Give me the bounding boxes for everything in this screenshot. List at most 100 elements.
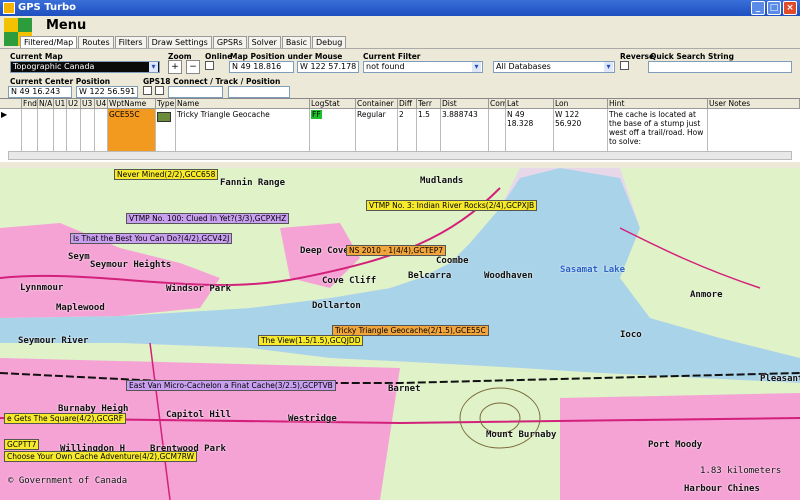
row-selector-header: [0, 99, 22, 109]
place-label: Fannin Range: [220, 178, 286, 188]
map-position-label: Map Position under Mouse: [230, 52, 343, 61]
center-lon: W 122 56.591: [76, 86, 138, 98]
gps18-label: GPS18 Connect / Track / Position: [143, 77, 281, 86]
quick-search-label: Quick Search String: [650, 52, 734, 61]
cache-marker[interactable]: The View(1.5/1.5),GCQJDD: [258, 335, 364, 346]
current-map-select[interactable]: Topographic Canada: [10, 61, 160, 73]
cell-u2[interactable]: [67, 109, 81, 151]
col-u4[interactable]: U4: [95, 99, 108, 109]
current-filter-select[interactable]: not found: [363, 61, 483, 73]
cache-marker[interactable]: VTMP No. 100: Clued In Yet?(3/3),GCPXHZ: [126, 213, 290, 224]
col-logstat[interactable]: LogStat: [310, 99, 356, 109]
cache-marker[interactable]: Is That the Best You Can Do?(4/2),GCV42J: [70, 233, 233, 244]
cell-user-notes[interactable]: [708, 109, 800, 151]
quick-search-input[interactable]: [648, 61, 792, 73]
cell-diff[interactable]: 2: [398, 109, 417, 151]
place-label: Harbour Chines: [684, 484, 760, 494]
cell-corr[interactable]: [489, 109, 506, 151]
place-label: Seym: [68, 252, 90, 262]
cell-fnd[interactable]: [22, 109, 38, 151]
reverse-checkbox[interactable]: [620, 61, 629, 70]
online-checkbox[interactable]: [205, 61, 214, 70]
col-lat[interactable]: Lat: [506, 99, 554, 109]
logstat-badge: FF: [311, 110, 322, 119]
place-label: Seymour Heights: [90, 260, 172, 270]
reverse-label: Reverse: [620, 52, 655, 61]
place-label: Pleasant: [760, 374, 800, 384]
col-hint[interactable]: Hint: [608, 99, 708, 109]
col-terr[interactable]: Terr: [417, 99, 441, 109]
cell-container[interactable]: Regular: [356, 109, 398, 151]
map-pos-lat: N 49 18.816: [229, 61, 294, 73]
cache-table: Fnd N/A U1 U2 U3 U4 WptName Type Name Lo…: [0, 98, 800, 162]
cache-marker[interactable]: East Van Micro-Cachelon a Finat Cache(3/…: [126, 380, 336, 391]
gps18-position-field: [168, 86, 223, 98]
place-label: Windsor Park: [166, 284, 232, 294]
place-label: Coombe: [436, 256, 469, 266]
place-label: Lynnmour: [20, 283, 64, 293]
place-label: Mount Burnaby: [486, 430, 557, 440]
center-position-label: Current Center Position: [10, 77, 111, 86]
cell-u1[interactable]: [54, 109, 67, 151]
gps18-track-checkbox[interactable]: [155, 86, 164, 95]
col-container[interactable]: Container: [356, 99, 398, 109]
cell-lon[interactable]: W 122 56.920: [554, 109, 608, 151]
cache-marker[interactable]: GCPTT7: [4, 439, 40, 450]
horizontal-scrollbar[interactable]: [8, 151, 792, 160]
map-view[interactable]: Mudlands Fannin Range Seymour Heights Wi…: [0, 168, 800, 500]
cache-marker[interactable]: NS 2010 - 1(4/4),GCTEP7: [346, 245, 447, 256]
map-pos-lon: W 122 57.178: [297, 61, 359, 73]
place-label: Westridge: [288, 414, 337, 424]
cell-lat[interactable]: N 49 18.328: [506, 109, 554, 151]
place-label: Belcarra: [408, 271, 452, 281]
gps18-connect-checkbox[interactable]: [143, 86, 152, 95]
cell-hint[interactable]: The cache is located at the base of a st…: [608, 109, 708, 151]
cell-wptname[interactable]: GCE55C: [108, 109, 156, 151]
col-type[interactable]: Type: [156, 99, 176, 109]
map-copyright: © Government of Canada: [8, 476, 128, 486]
col-corr[interactable]: Corr: [489, 99, 506, 109]
col-lon[interactable]: Lon: [554, 99, 608, 109]
col-u2[interactable]: U2: [67, 99, 81, 109]
cache-marker[interactable]: Choose Your Own Cache Adventure(4/2),GCM…: [4, 451, 198, 462]
controls-panel: Current Map Topographic Canada Zoom + − …: [0, 48, 800, 98]
place-label: Cove Cliff: [322, 276, 377, 286]
col-user-notes[interactable]: User Notes: [708, 99, 800, 109]
menu-title[interactable]: Menu: [46, 18, 86, 33]
row-pointer-icon: ▶: [0, 109, 22, 151]
col-diff[interactable]: Diff: [398, 99, 417, 109]
cell-logstat[interactable]: FF: [310, 109, 356, 151]
place-label: Barnet: [388, 384, 421, 394]
place-label: Capitol Hill: [166, 410, 232, 420]
col-u3[interactable]: U3: [81, 99, 95, 109]
col-wptname[interactable]: WptName: [108, 99, 156, 109]
traditional-cache-icon: [156, 109, 176, 151]
cell-dist[interactable]: 3.888743: [441, 109, 489, 151]
close-button[interactable]: ×: [783, 1, 797, 15]
col-fnd[interactable]: Fnd: [22, 99, 38, 109]
maximize-button[interactable]: □: [767, 1, 781, 15]
col-name[interactable]: Name: [176, 99, 310, 109]
online-label: Online: [205, 52, 233, 61]
cache-marker[interactable]: e Gets The Square(4/2),GCGRF: [4, 413, 127, 424]
cache-marker[interactable]: VTMP No. 3: Indian River Rocks(2/4),GCPX…: [366, 200, 538, 211]
place-label: Port Moody: [648, 440, 703, 450]
minimize-button[interactable]: _: [751, 1, 765, 15]
zoom-out-icon[interactable]: −: [186, 60, 200, 74]
cell-u3[interactable]: [81, 109, 95, 151]
col-na[interactable]: N/A: [38, 99, 54, 109]
col-dist[interactable]: Dist: [441, 99, 489, 109]
cache-marker[interactable]: Never Mined(2/2),GCC658: [114, 169, 219, 180]
database-select[interactable]: All Databases: [493, 61, 615, 73]
cell-terr[interactable]: 1.5: [417, 109, 441, 151]
cell-u4[interactable]: [95, 109, 108, 151]
cell-name[interactable]: Tricky Triangle Geocache: [176, 109, 310, 151]
zoom-in-icon[interactable]: +: [168, 60, 182, 74]
cell-na[interactable]: [38, 109, 54, 151]
place-label: Dollarton: [312, 301, 361, 311]
gps18-position-field-2: [228, 86, 290, 98]
place-label: Seymour River: [18, 336, 89, 346]
col-u1[interactable]: U1: [54, 99, 67, 109]
place-label: Anmore: [690, 290, 723, 300]
place-label: Sasamat Lake: [560, 265, 626, 275]
